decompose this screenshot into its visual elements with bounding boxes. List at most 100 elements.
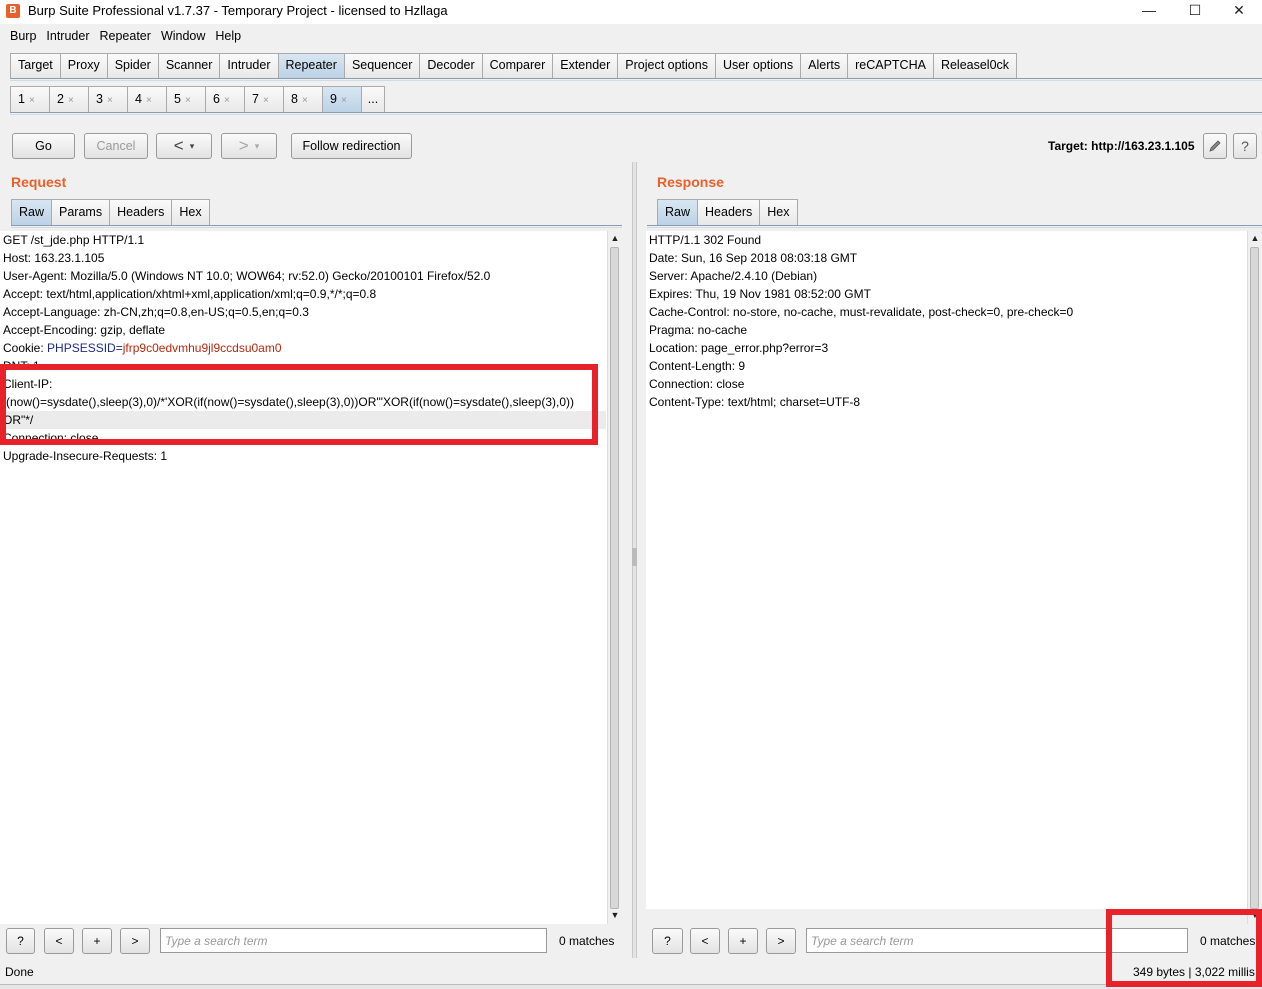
response-tab-hex[interactable]: Hex [759,199,798,225]
menu-help[interactable]: Help [210,24,246,48]
back-arrow-icon: < [173,136,184,155]
maximize-button[interactable]: ☐ [1172,0,1218,22]
request-line: GET /st_jde.php HTTP/1.1 [3,233,145,247]
close-tab-icon[interactable]: × [107,95,113,106]
cancel-button[interactable]: Cancel [84,133,148,159]
response-line: Pragma: no-cache [649,323,748,337]
tab-sequencer[interactable]: Sequencer [343,53,421,78]
response-line: HTTP/1.1 302 Found [649,233,762,247]
response-search-add-button[interactable]: + [728,928,758,954]
tab-extender[interactable]: Extender [552,53,619,78]
new-tab-button[interactable]: ... [361,86,385,112]
request-search-prev-button[interactable]: < [44,928,74,954]
close-tab-icon[interactable]: × [185,95,191,106]
go-button[interactable]: Go [12,133,75,159]
request-search-add-button[interactable]: + [82,928,112,954]
tab-scanner[interactable]: Scanner [157,53,221,78]
request-scrollbar[interactable]: ▲ ▼ [607,231,622,924]
tab-alerts[interactable]: Alerts [800,53,849,78]
request-line: Upgrade-Insecure-Requests: 1 [3,449,168,463]
response-search-prev-button[interactable]: < [690,928,720,954]
response-editor[interactable]: HTTP/1.1 302 Found Date: Sun, 16 Sep 201… [646,231,1248,909]
scroll-down-icon[interactable]: ▼ [1250,910,1260,920]
repeater-tab-label: 9 [330,92,337,106]
close-tab-icon[interactable]: × [341,95,347,106]
response-tab-headers[interactable]: Headers [697,199,761,225]
request-search-help-button[interactable]: ? [6,928,35,954]
target-label: Target: http://163.23.1.105 [1048,139,1195,153]
repeater-tab-4[interactable]: 4 × [127,86,167,112]
request-line: Accept-Encoding: gzip, deflate [3,323,166,337]
cookie-equals: = [115,341,123,355]
repeater-tab-9[interactable]: 9 × [322,86,362,112]
response-search-next-button[interactable]: > [766,928,796,954]
repeater-tab-label: 8 [291,92,298,106]
dropdown-arrow-icon[interactable]: ▾ [190,134,195,158]
request-tab-bar: Raw Params Headers Hex [11,199,210,225]
request-editor[interactable]: GET /st_jde.php HTTP/1.1 Host: 163.23.1.… [0,231,607,924]
request-scroll-thumb[interactable] [610,247,619,909]
request-line: Accept: text/html,application/xhtml+xml,… [3,287,377,301]
response-tab-raw[interactable]: Raw [657,199,699,225]
response-search-input[interactable] [806,928,1188,953]
request-line: User-Agent: Mozilla/5.0 (Windows NT 10.0… [3,269,491,283]
repeater-tab-1[interactable]: 1 × [10,86,50,112]
forward-button[interactable]: > ▾ [221,133,277,159]
edit-target-button[interactable] [1203,133,1227,159]
tab-repeater[interactable]: Repeater [277,53,345,78]
tab-spider[interactable]: Spider [106,53,159,78]
close-tab-icon[interactable]: × [263,95,269,106]
repeater-tab-8[interactable]: 8 × [283,86,323,112]
close-tab-icon[interactable]: × [302,95,308,106]
window-title: Burp Suite Professional v1.7.37 - Tempor… [28,3,448,18]
scroll-up-icon[interactable]: ▲ [610,233,620,243]
request-tab-raw[interactable]: Raw [11,199,53,225]
request-tab-headers[interactable]: Headers [109,199,173,225]
tab-comparer[interactable]: Comparer [481,53,554,78]
cookie-prefix: Cookie: [3,341,48,355]
menu-window[interactable]: Window [156,24,210,48]
menu-intruder[interactable]: Intruder [41,24,94,48]
tab-decoder[interactable]: Decoder [419,53,483,78]
tab-proxy[interactable]: Proxy [59,53,108,78]
repeater-tab-2[interactable]: 2 × [49,86,89,112]
tab-releasel0ck[interactable]: Releasel0ck [932,53,1018,78]
help-button[interactable]: ? [1233,133,1257,159]
tab-project-options[interactable]: Project options [617,53,716,78]
response-scroll-thumb[interactable] [1250,247,1259,909]
repeater-tab-6[interactable]: 6 × [205,86,245,112]
request-matches-count: 0 matches [559,934,615,948]
repeater-tab-5[interactable]: 5 × [166,86,206,112]
request-tab-hex[interactable]: Hex [171,199,210,225]
repeater-tab-7[interactable]: 7 × [244,86,284,112]
response-line: Expires: Thu, 19 Nov 1981 08:52:00 GMT [649,287,871,301]
response-scrollbar[interactable]: ▲ ▼ [1247,231,1262,924]
tab-recaptcha[interactable]: reCAPTCHA [847,53,934,78]
request-search-input[interactable] [160,928,547,953]
close-tab-icon[interactable]: × [224,95,230,106]
response-line: Connection: close [649,377,745,391]
back-button[interactable]: < ▾ [156,133,212,159]
follow-redirection-button[interactable]: Follow redirection [291,133,412,159]
close-tab-icon[interactable]: × [68,95,74,106]
repeater-tab-label: 7 [252,92,259,106]
close-tab-icon[interactable]: × [146,95,152,106]
tab-intruder[interactable]: Intruder [219,53,279,78]
scroll-up-icon[interactable]: ▲ [1250,233,1260,243]
response-search-help-button[interactable]: ? [652,928,683,954]
main-tab-divider [10,78,1262,81]
close-window-button[interactable]: ✕ [1216,0,1262,22]
divider-grip-icon[interactable] [632,548,637,566]
request-tab-params[interactable]: Params [51,199,111,225]
tab-target[interactable]: Target [10,53,61,78]
request-search-next-button[interactable]: > [120,928,150,954]
minimize-button[interactable]: — [1126,0,1172,22]
close-tab-icon[interactable]: × [29,95,35,106]
scroll-down-icon[interactable]: ▼ [610,910,620,920]
dropdown-arrow-icon[interactable]: ▾ [255,134,260,158]
menu-repeater[interactable]: Repeater [95,24,156,48]
tab-user-options[interactable]: User options [714,53,802,78]
response-size-timing: 349 bytes | 3,022 millis [1133,965,1255,979]
menu-burp[interactable]: Burp [5,24,41,48]
repeater-tab-3[interactable]: 3 × [88,86,128,112]
